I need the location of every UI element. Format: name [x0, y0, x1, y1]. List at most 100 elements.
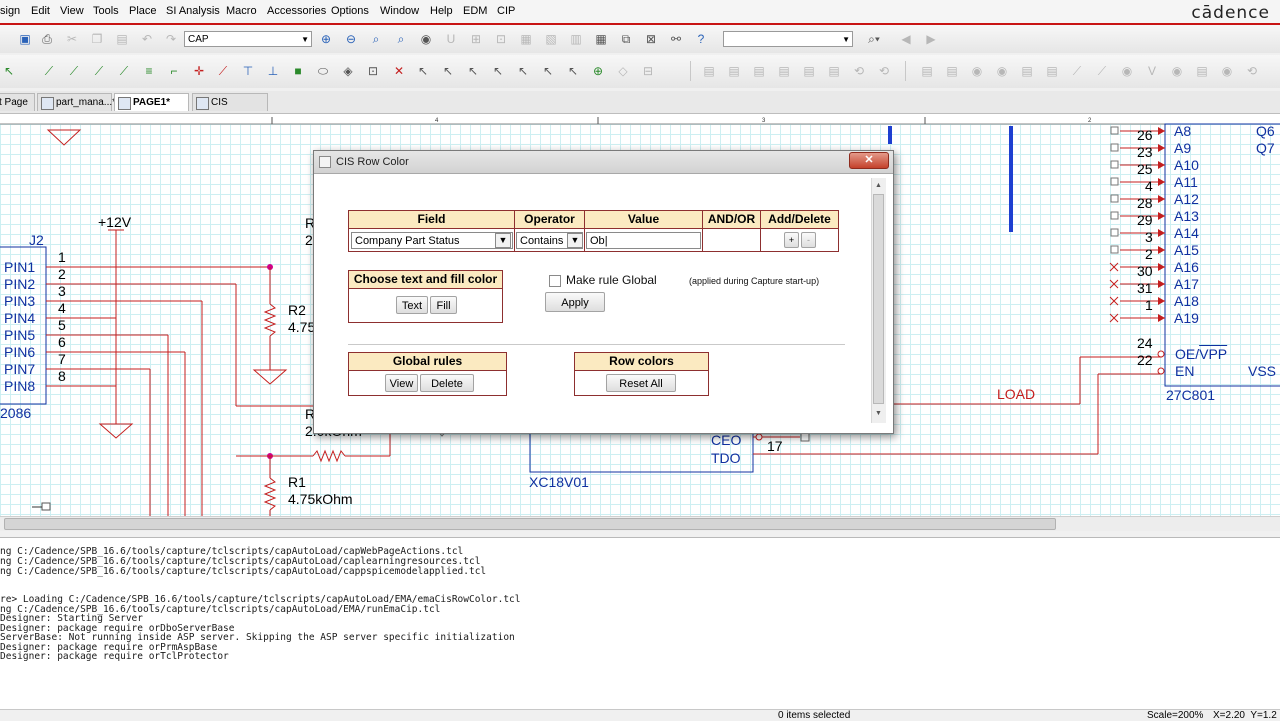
tool-k-icon[interactable]: ◉: [1168, 62, 1186, 80]
probe-icon[interactable]: ◇: [614, 62, 632, 80]
delete-global-rules-button[interactable]: Delete: [420, 374, 474, 392]
ground-icon[interactable]: ✛: [190, 62, 208, 80]
menu-design[interactable]: sign: [0, 5, 20, 17]
rectangle-icon[interactable]: ↖: [464, 62, 482, 80]
scroll-up-icon[interactable]: ▲: [875, 182, 882, 189]
snap-grid-icon[interactable]: ▦: [592, 30, 610, 48]
text-tool-icon[interactable]: ↖: [564, 62, 582, 80]
image-icon[interactable]: ⊕: [589, 62, 607, 80]
sim-run-icon[interactable]: ▤: [750, 62, 768, 80]
menu-edit[interactable]: Edit: [31, 5, 50, 17]
reset-all-button[interactable]: Reset All: [606, 374, 676, 392]
tab-cis-explorer[interactable]: CIS Explorer: [192, 93, 268, 126]
arc-icon[interactable]: ↖: [514, 62, 532, 80]
tab-start-page[interactable]: t Page: [0, 93, 35, 111]
power-icon[interactable]: ⌐: [165, 62, 183, 80]
tool-a-icon[interactable]: ▤: [918, 62, 936, 80]
value-input[interactable]: Ob|: [586, 232, 701, 249]
apply-button[interactable]: Apply: [545, 292, 605, 312]
view-global-rules-button[interactable]: View: [385, 374, 418, 392]
redo-icon[interactable]: ↷: [162, 30, 180, 48]
undo-icon[interactable]: ↶: [138, 30, 156, 48]
tool-h-icon[interactable]: ⟋: [1093, 62, 1111, 80]
scrollbar-thumb[interactable]: [4, 518, 1056, 530]
polyline-icon[interactable]: ↖: [439, 62, 457, 80]
chevron-down-icon[interactable]: ▼: [567, 233, 583, 248]
wire-icon[interactable]: ⟋: [40, 62, 58, 80]
menu-tools[interactable]: Tools: [93, 5, 119, 17]
menu-si-analysis[interactable]: SI Analysis: [166, 5, 220, 17]
session-log[interactable]: ng C:/Cadence/SPB_16.6/tools/capture/tcl…: [0, 537, 1280, 710]
link-icon[interactable]: ⚯: [667, 30, 685, 48]
sim-bias-icon[interactable]: ▤: [825, 62, 843, 80]
no-connect-icon[interactable]: ⟋: [214, 62, 232, 80]
help-icon[interactable]: ?: [692, 30, 710, 48]
back-annotate-icon[interactable]: ⊞: [467, 30, 485, 48]
area-select-icon[interactable]: ⧉: [617, 30, 635, 48]
close-button[interactable]: ✕: [849, 152, 889, 169]
place-part-icon[interactable]: ⊡: [364, 62, 382, 80]
tab-part-manager[interactable]: part_mana...*: [37, 93, 116, 111]
cut-icon[interactable]: ✂: [63, 30, 81, 48]
menu-help[interactable]: Help: [430, 5, 453, 17]
tool-j-icon[interactable]: V: [1143, 62, 1161, 80]
hier-pin-icon[interactable]: ◈: [339, 62, 357, 80]
drag-icon[interactable]: ⊠: [642, 30, 660, 48]
port-icon[interactable]: ⊤: [239, 62, 257, 80]
scroll-down-icon[interactable]: ▼: [875, 410, 882, 417]
ellipse-icon[interactable]: ↖: [489, 62, 507, 80]
select-icon[interactable]: ↖: [0, 62, 18, 80]
bus-icon[interactable]: ⟋: [65, 62, 83, 80]
dialog-title-bar[interactable]: CIS Row Color ✕: [314, 151, 893, 174]
tool-b-icon[interactable]: ▤: [943, 62, 961, 80]
tool-m-icon[interactable]: ◉: [1218, 62, 1236, 80]
tool-i-icon[interactable]: ◉: [1118, 62, 1136, 80]
net-alias-icon[interactable]: ≡: [140, 62, 158, 80]
sim-marker-icon[interactable]: ⟲: [850, 62, 868, 80]
menu-macro[interactable]: Macro: [226, 5, 257, 17]
line-icon[interactable]: ↖: [414, 62, 432, 80]
paste-icon[interactable]: ▤: [113, 30, 131, 48]
menu-view[interactable]: View: [60, 5, 84, 17]
delete-rule-button[interactable]: -: [801, 232, 816, 248]
annotate-icon[interactable]: U: [442, 30, 460, 48]
fill-color-button[interactable]: Fill: [430, 296, 457, 314]
menu-window[interactable]: Window: [380, 5, 419, 17]
tool-g-icon[interactable]: ⟋: [1068, 62, 1086, 80]
tool-d-icon[interactable]: ◉: [993, 62, 1011, 80]
zoom-in-icon[interactable]: ⊕: [317, 30, 335, 48]
menu-accessories[interactable]: Accessories: [267, 5, 326, 17]
bom-icon[interactable]: ▥: [567, 30, 585, 48]
marker-icon[interactable]: ⊟: [639, 62, 657, 80]
tool-c-icon[interactable]: ◉: [968, 62, 986, 80]
copy-icon[interactable]: ❐: [88, 30, 106, 48]
zoom-area-icon[interactable]: ⌕: [367, 30, 385, 48]
drc-icon[interactable]: ⊡: [492, 30, 510, 48]
prev-icon[interactable]: ◀: [897, 30, 915, 48]
part-combo[interactable]: CAP ▼: [184, 31, 312, 47]
print-icon[interactable]: ⎙: [38, 30, 56, 48]
netlist-icon[interactable]: ▦: [517, 30, 535, 48]
save-icon[interactable]: ▣: [16, 30, 34, 48]
sim-view-icon[interactable]: ▤: [775, 62, 793, 80]
menu-place[interactable]: Place: [129, 5, 157, 17]
dialog-vertical-scrollbar[interactable]: ▲ ▼: [871, 178, 886, 423]
tool-f-icon[interactable]: ▤: [1043, 62, 1061, 80]
field-select[interactable]: Company Part Status: [351, 232, 513, 249]
sim-new-icon[interactable]: ▤: [700, 62, 718, 80]
cross-ref-icon[interactable]: ▧: [542, 30, 560, 48]
sim-edit-icon[interactable]: ▤: [725, 62, 743, 80]
zoom-out-icon[interactable]: ⊖: [342, 30, 360, 48]
menu-edm[interactable]: EDM: [463, 5, 487, 17]
delete-icon[interactable]: ✕: [390, 62, 408, 80]
next-icon[interactable]: ▶: [922, 30, 940, 48]
sim-marker2-icon[interactable]: ⟲: [875, 62, 893, 80]
view-icon[interactable]: ◉: [417, 30, 435, 48]
zoom-all-icon[interactable]: ⌕: [392, 30, 410, 48]
text-color-button[interactable]: Text: [396, 296, 428, 314]
scrollbar-thumb[interactable]: [873, 194, 884, 404]
junction-icon[interactable]: ⟋: [90, 62, 108, 80]
off-page-icon[interactable]: ⊥: [264, 62, 282, 80]
hier-port-icon[interactable]: ⬭: [314, 62, 332, 80]
tab-page1[interactable]: PAGE1*: [114, 93, 189, 111]
